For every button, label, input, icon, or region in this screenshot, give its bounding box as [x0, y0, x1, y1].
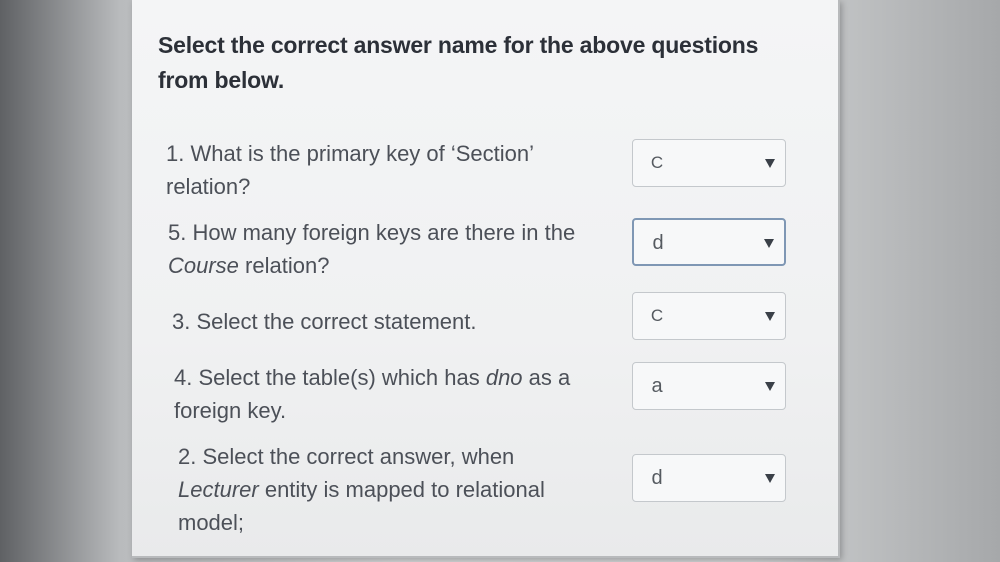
answer-select[interactable]: d	[632, 454, 786, 502]
triangle-down-icon	[765, 159, 775, 168]
question-emphasis: Course	[168, 253, 239, 278]
question-text: 1. What is the primary key of ‘Section’ …	[166, 137, 606, 203]
selected-answer: d	[652, 232, 664, 254]
question-emphasis: Lecturer	[178, 477, 259, 502]
question-text: 3. Select the correct statement.	[172, 305, 612, 338]
triangle-down-icon	[764, 239, 774, 248]
question-text-part: 2. Select the correct answer, when	[178, 444, 515, 469]
question-text-part: 5. How many foreign keys are there in th…	[168, 220, 576, 245]
question-panel: Select the correct answer name for the a…	[132, 0, 840, 558]
triangle-down-icon	[765, 312, 775, 321]
question-text: 5. How many foreign keys are there in th…	[168, 216, 608, 282]
selected-answer: d	[651, 467, 663, 489]
selected-answer: a	[651, 375, 663, 397]
question-text: 2. Select the correct answer, when Lectu…	[178, 440, 578, 539]
question-text-part: relation?	[238, 253, 330, 278]
answer-select[interactable]: C	[632, 292, 786, 340]
answer-select[interactable]: a	[632, 362, 786, 410]
question-text-part: 1. What is the primary key of ‘Section’ …	[166, 141, 534, 199]
selected-answer: C	[650, 153, 664, 172]
question-text-part: 4. Select the table(s) which has	[174, 365, 486, 390]
selected-answer: C	[650, 306, 664, 325]
question-emphasis: dno	[485, 365, 523, 390]
triangle-down-icon	[765, 474, 775, 483]
instructions-heading: Select the correct answer name for the a…	[158, 32, 759, 93]
triangle-down-icon	[765, 382, 775, 391]
answer-select[interactable]: d	[632, 218, 786, 266]
question-text-part: 3. Select the correct statement.	[172, 309, 477, 334]
question-text: 4. Select the table(s) which has dno as …	[174, 361, 614, 427]
answer-select[interactable]: C	[632, 139, 786, 187]
